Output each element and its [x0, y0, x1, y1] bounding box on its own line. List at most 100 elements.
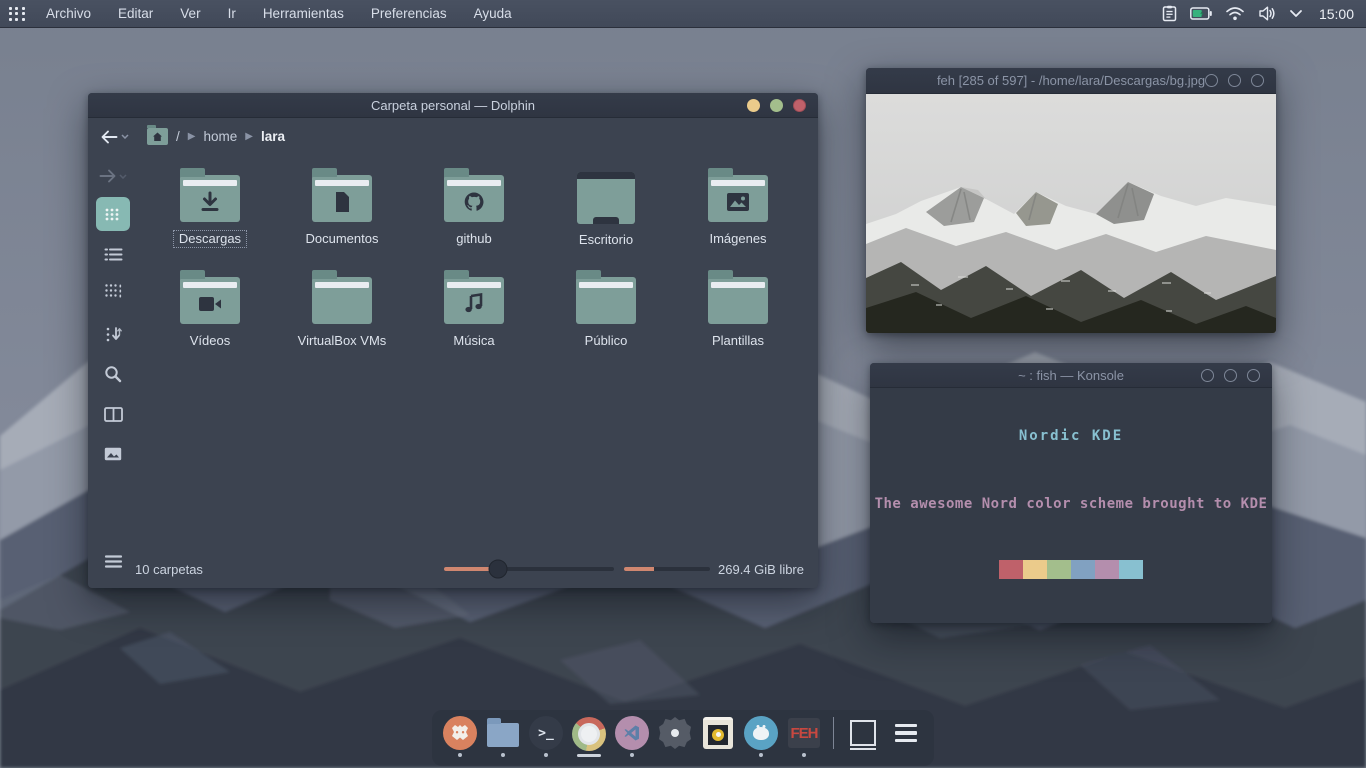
dock-settings[interactable] [657, 716, 693, 757]
folder-item-virtualbox-vms[interactable]: VirtualBox VMs [276, 265, 408, 350]
sort-button[interactable] [96, 319, 130, 349]
maximize-button[interactable] [1228, 74, 1241, 87]
hamburger-menu-icon [895, 724, 917, 743]
global-menubar: Archivo Editar Ver Ir Herramientas Prefe… [46, 6, 512, 21]
folder-label: github [456, 231, 491, 246]
folder-item-github[interactable]: github [408, 163, 540, 249]
close-button[interactable] [793, 99, 806, 112]
dock-show-desktop[interactable] [845, 716, 881, 757]
close-button[interactable] [1251, 74, 1264, 87]
details-view-button[interactable] [96, 239, 130, 269]
feh-icon: FEH [788, 718, 820, 748]
folder-item-descargas[interactable]: Descargas [144, 163, 276, 249]
maximize-button[interactable] [770, 99, 783, 112]
chat-icon [744, 716, 778, 750]
search-icon[interactable] [96, 359, 130, 389]
zoom-slider-knob[interactable] [489, 560, 508, 579]
back-dropdown-icon[interactable] [121, 134, 129, 139]
maximize-button[interactable] [1224, 369, 1237, 382]
video-icon [198, 295, 222, 313]
close-button[interactable] [1247, 369, 1260, 382]
app-launcher-icon[interactable] [0, 0, 34, 28]
folder-item-publico[interactable]: Público [540, 265, 672, 350]
clipboard-icon[interactable] [1162, 5, 1177, 22]
dock-firefox[interactable] [442, 716, 478, 757]
active-indicator [577, 754, 601, 757]
menu-archivo[interactable]: Archivo [46, 6, 91, 21]
icons-view-button[interactable] [96, 197, 130, 231]
forward-button[interactable] [96, 161, 130, 191]
control-menu-icon[interactable] [96, 546, 130, 576]
dock-app-menu[interactable] [888, 716, 924, 757]
dolphin-statusbar: 10 carpetas 269.4 GiB libre [138, 550, 818, 588]
terminal-icon: >_ [529, 716, 563, 750]
palette-swatch-yellow [1023, 560, 1047, 579]
top-panel: Archivo Editar Ver Ir Herramientas Prefe… [0, 0, 1366, 28]
grid-icon [9, 7, 26, 21]
wifi-icon[interactable] [1225, 6, 1245, 21]
dock-terminal[interactable]: >_ [528, 716, 564, 757]
folder-label: Música [453, 333, 494, 348]
chevron-down-icon[interactable] [1289, 9, 1303, 18]
breadcrumb-home-icon[interactable] [147, 128, 168, 145]
free-space-label: 269.4 GiB libre [718, 562, 804, 577]
dock-music-player[interactable] [700, 716, 736, 757]
dock-feh[interactable]: FEH [786, 716, 822, 757]
gear-icon [659, 717, 691, 749]
terminal-output[interactable]: Nordic KDE The awesome Nord color scheme… [870, 388, 1272, 623]
breadcrumb-root[interactable]: / [176, 129, 180, 144]
folder-item-musica[interactable]: Música [408, 265, 540, 350]
firefox-icon [443, 716, 477, 750]
menu-preferencias[interactable]: Preferencias [371, 6, 447, 21]
zoom-slider[interactable] [444, 567, 614, 571]
folder-item-plantillas[interactable]: Plantillas [672, 265, 804, 350]
dock-chat[interactable] [743, 716, 779, 757]
konsole-window: ~ : fish — Konsole Nordic KDE The awesom… [870, 363, 1272, 623]
palette-swatch-blue [1071, 560, 1095, 579]
image-icon [726, 192, 750, 212]
dock-chromium[interactable] [571, 717, 607, 757]
dock-vscode[interactable] [614, 716, 650, 757]
minimize-button[interactable] [1205, 74, 1218, 87]
show-desktop-icon [850, 720, 876, 746]
running-indicator [458, 753, 462, 757]
battery-icon[interactable] [1190, 7, 1212, 20]
menu-ver[interactable]: Ver [180, 6, 200, 21]
folder-label: Vídeos [190, 333, 230, 348]
breadcrumb-user[interactable]: lara [261, 129, 285, 144]
menu-ir[interactable]: Ir [228, 6, 236, 21]
minimize-button[interactable] [747, 99, 760, 112]
compact-view-button[interactable] [96, 275, 130, 305]
folder-count: 10 carpetas [135, 562, 203, 577]
dock-separator [833, 717, 834, 749]
folder-label: Escritorio [579, 232, 633, 247]
disk-capacity-bar [624, 567, 710, 571]
menu-editar[interactable]: Editar [118, 6, 153, 21]
menu-herramientas[interactable]: Herramientas [263, 6, 344, 21]
folder-label: Documentos [306, 231, 379, 246]
back-button[interactable] [100, 130, 129, 144]
palette-swatch-green [1047, 560, 1071, 579]
konsole-titlebar[interactable]: ~ : fish — Konsole [870, 363, 1272, 388]
volume-icon[interactable] [1258, 6, 1276, 21]
folder-item-imagenes[interactable]: Imágenes [672, 163, 804, 249]
breadcrumb-home[interactable]: home [203, 129, 237, 144]
mountain-photo [866, 94, 1276, 333]
vscode-icon [615, 716, 649, 750]
folder-item-documentos[interactable]: Documentos [276, 163, 408, 249]
feh-titlebar[interactable]: feh [285 of 597] - /home/lara/Descargas/… [866, 68, 1276, 94]
split-view-button[interactable] [96, 399, 130, 429]
dolphin-titlebar[interactable]: Carpeta personal — Dolphin [88, 93, 818, 118]
minimize-button[interactable] [1201, 369, 1214, 382]
github-icon [462, 190, 486, 214]
clock[interactable]: 15:00 [1319, 6, 1354, 22]
menu-ayuda[interactable]: Ayuda [474, 6, 512, 21]
folder-item-videos[interactable]: Vídeos [144, 265, 276, 350]
folder-label: Imágenes [709, 231, 766, 246]
terminal-heading: Nordic KDE [1019, 428, 1123, 444]
folder-item-escritorio[interactable]: Escritorio [540, 163, 672, 249]
nord-color-palette [999, 560, 1143, 579]
folder-label: Descargas [173, 230, 247, 248]
preview-button[interactable] [96, 439, 130, 469]
dock-file-manager[interactable] [485, 716, 521, 757]
